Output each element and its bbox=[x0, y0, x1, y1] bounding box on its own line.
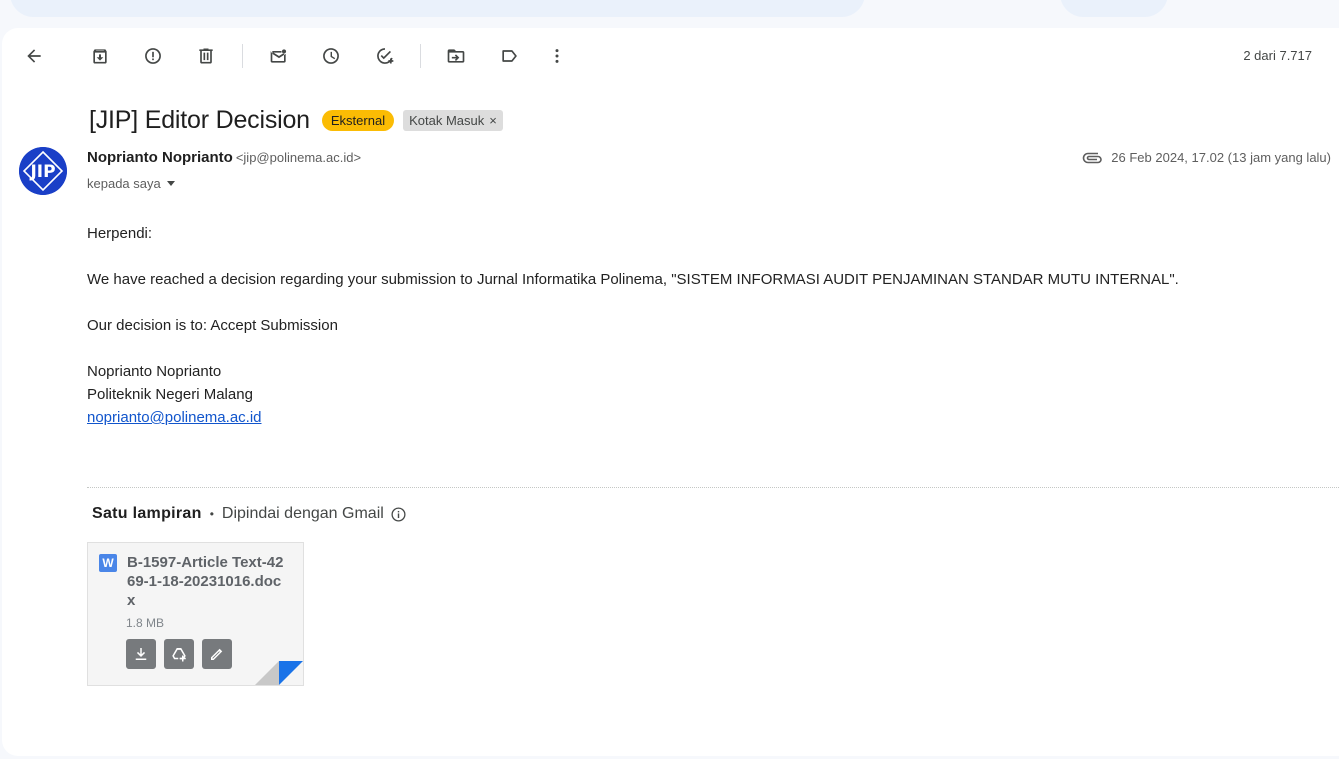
jip-logo: JIP bbox=[19, 147, 67, 195]
download-button[interactable] bbox=[126, 639, 156, 669]
folder-move-icon bbox=[447, 49, 465, 63]
move-to-button[interactable] bbox=[436, 36, 476, 76]
header-separator: • bbox=[209, 507, 214, 521]
mark-unread-icon bbox=[270, 49, 287, 63]
snooze-button[interactable] bbox=[311, 36, 351, 76]
back-button[interactable] bbox=[14, 36, 54, 76]
more-vert-icon bbox=[555, 49, 559, 63]
pencil-icon bbox=[211, 648, 223, 660]
inbox-label-text: Kotak Masuk bbox=[409, 113, 485, 128]
toolbar-divider bbox=[420, 44, 421, 68]
remove-label-button[interactable]: × bbox=[489, 113, 497, 128]
page-title: [JIP] Editor Decision bbox=[89, 106, 310, 134]
label-icon bbox=[502, 50, 517, 62]
label-button[interactable] bbox=[489, 36, 529, 76]
attachment-card[interactable]: W B-1597-Article Text-4269-1-18-20231016… bbox=[87, 542, 304, 686]
info-icon[interactable] bbox=[390, 506, 407, 523]
message-toolbar: 2 dari 7.717 bbox=[2, 36, 1339, 76]
attachment-size: 1.8 MB bbox=[126, 616, 165, 630]
toolbar-divider bbox=[242, 44, 243, 68]
attachment-name: B-1597-Article Text-4269-1-18-20231016.d… bbox=[127, 554, 284, 609]
report-icon bbox=[145, 48, 161, 64]
status-pill[interactable] bbox=[1060, 0, 1168, 17]
avatar[interactable]: JIP bbox=[19, 147, 67, 195]
sender-email: <jip@polinema.ac.id> bbox=[235, 150, 362, 165]
date-text: 26 Feb 2024, 17.02 (13 jam yang lalu) bbox=[1111, 150, 1331, 165]
delete-button[interactable] bbox=[186, 36, 226, 76]
clock-icon bbox=[323, 48, 339, 64]
inbox-label[interactable]: Kotak Masuk × bbox=[403, 110, 503, 131]
add-to-drive-button[interactable] bbox=[164, 639, 194, 669]
signature-org: Politeknik Negeri Malang bbox=[87, 386, 253, 403]
attachments-header: Satu lampiran • Dipindai dengan Gmail bbox=[92, 505, 407, 523]
word-doc-icon: W bbox=[99, 554, 117, 572]
search-bar[interactable] bbox=[10, 0, 865, 17]
attachment-actions bbox=[126, 639, 240, 669]
sender-name[interactable]: Noprianto Noprianto bbox=[87, 149, 233, 166]
scanned-text: Dipindai dengan Gmail bbox=[221, 505, 384, 522]
report-spam-button[interactable] bbox=[133, 36, 173, 76]
body-paragraph: We have reached a decision regarding you… bbox=[87, 271, 1179, 288]
more-options-button[interactable] bbox=[537, 36, 577, 76]
avatar-text: JIP bbox=[29, 162, 55, 182]
caret-down-icon bbox=[166, 181, 175, 186]
attachments-divider bbox=[87, 487, 1339, 488]
greeting: Herpendi: bbox=[87, 225, 153, 242]
paperclip-icon bbox=[1083, 152, 1103, 163]
signature-email-link[interactable]: noprianto@polinema.ac.id bbox=[87, 409, 262, 426]
recipient-details-toggle[interactable]: kepada saya bbox=[87, 176, 175, 191]
signature-name: Noprianto Noprianto bbox=[87, 363, 222, 380]
archive-button[interactable] bbox=[80, 36, 120, 76]
trash-icon bbox=[199, 48, 213, 64]
page-count: 2 dari 7.717 bbox=[1243, 48, 1312, 63]
sender-line: Noprianto Noprianto <jip@polinema.ac.id> bbox=[87, 149, 361, 166]
mark-unread-button[interactable] bbox=[259, 36, 299, 76]
download-icon bbox=[135, 648, 147, 660]
archive-icon bbox=[93, 49, 107, 64]
body-paragraph: Our decision is to: Accept Submission bbox=[87, 317, 338, 334]
arrow-left-icon bbox=[27, 49, 41, 63]
message-date: 26 Feb 2024, 17.02 (13 jam yang lalu) bbox=[1082, 150, 1331, 165]
attachment-count: Satu lampiran bbox=[92, 505, 202, 522]
top-icons bbox=[1200, 0, 1320, 4]
subject-row: [JIP] Editor Decision Eksternal Kotak Ma… bbox=[89, 106, 503, 135]
recipient-text: kepada saya bbox=[87, 176, 161, 191]
drive-add-icon bbox=[172, 648, 186, 662]
document-corner-fold bbox=[255, 661, 303, 685]
add-task-button[interactable] bbox=[365, 36, 405, 76]
external-badge: Eksternal bbox=[321, 110, 395, 131]
add-task-icon bbox=[377, 48, 394, 64]
edit-button[interactable] bbox=[202, 639, 232, 669]
message-body: Herpendi: We have reached a decision reg… bbox=[87, 222, 1179, 429]
